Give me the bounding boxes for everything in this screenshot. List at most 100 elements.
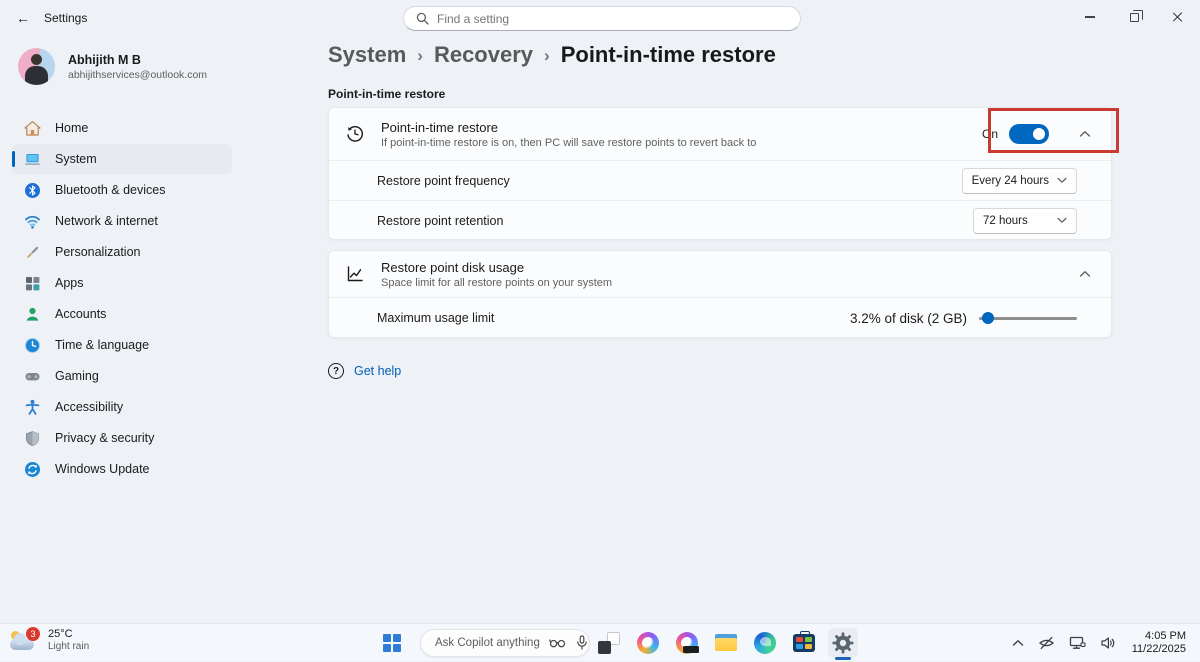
history-restore-icon xyxy=(345,124,365,144)
breadcrumb-current-page: Point-in-time restore xyxy=(561,42,776,68)
copilot-search-pill[interactable]: Ask Copilot anything xyxy=(420,629,590,657)
m365-copilot-icon xyxy=(676,632,698,654)
get-help-label: Get help xyxy=(354,364,401,378)
sidebar-item-label: Windows Update xyxy=(55,462,150,476)
file-explorer-icon xyxy=(715,634,737,652)
sidebar-item-apps[interactable]: Apps xyxy=(12,268,232,298)
sidebar-item-accessibility[interactable]: Accessibility xyxy=(12,392,232,422)
help-question-icon: ? xyxy=(328,363,344,379)
close-button[interactable] xyxy=(1156,0,1200,34)
search-box[interactable] xyxy=(403,6,801,31)
minimize-button[interactable] xyxy=(1068,0,1112,34)
minimize-icon xyxy=(1085,16,1095,17)
avatar xyxy=(18,48,55,85)
accessibility-icon xyxy=(24,399,41,416)
frequency-dropdown[interactable]: Every 24 hours xyxy=(962,168,1077,194)
accounts-icon xyxy=(24,306,41,323)
retention-dropdown[interactable]: 72 hours xyxy=(973,208,1077,234)
back-arrow-icon: ← xyxy=(16,10,30,26)
search-input[interactable] xyxy=(437,12,788,26)
max-usage-value: 3.2% of disk (2 GB) xyxy=(850,311,967,326)
taskbar-app-icons xyxy=(594,628,858,658)
sidebar-item-personalization[interactable]: Personalization xyxy=(12,237,232,267)
restore-settings-card: Point-in-time restore If point-in-time r… xyxy=(328,107,1112,240)
sidebar-item-network[interactable]: Network & internet xyxy=(12,206,232,236)
sidebar-nav: Home System Bluetooth & devices Network … xyxy=(12,113,232,484)
disk-usage-expander-header[interactable]: Restore point disk usage Space limit for… xyxy=(329,251,1111,297)
sidebar-item-label: System xyxy=(55,152,97,166)
weather-condition: Light rain xyxy=(48,641,89,652)
frequency-value: Every 24 hours xyxy=(972,175,1049,187)
breadcrumb-system[interactable]: System xyxy=(328,42,406,68)
personalization-icon xyxy=(24,244,41,261)
speaker-icon xyxy=(1100,635,1117,651)
close-icon xyxy=(1172,11,1184,23)
start-button[interactable] xyxy=(383,634,401,652)
file-explorer-button[interactable] xyxy=(711,628,741,658)
retention-row: Restore point retention 72 hours xyxy=(329,200,1111,240)
sidebar-item-gaming[interactable]: Gaming xyxy=(12,361,232,391)
restore-toggle[interactable] xyxy=(1009,124,1049,144)
disk-usage-card: Restore point disk usage Space limit for… xyxy=(328,250,1112,338)
weather-widget[interactable]: 3 25°C Light rain xyxy=(10,627,89,653)
ethernet-network-icon xyxy=(1069,635,1086,651)
sidebar-item-accounts[interactable]: Accounts xyxy=(12,299,232,329)
settings-gear-icon xyxy=(831,631,855,655)
chevron-down-icon xyxy=(1057,217,1067,224)
briefcase-apps-icon xyxy=(793,634,815,652)
chart-line-icon xyxy=(345,264,365,284)
get-help-link[interactable]: ? Get help xyxy=(328,363,401,379)
chevron-up-icon[interactable] xyxy=(1079,270,1091,278)
retention-value: 72 hours xyxy=(983,215,1028,227)
sidebar-item-privacy[interactable]: Privacy & security xyxy=(12,423,232,453)
sidebar-item-system[interactable]: System xyxy=(12,144,232,174)
user-profile[interactable]: Abhijith M B abhijithservices@outlook.co… xyxy=(18,48,207,85)
slider-thumb[interactable] xyxy=(982,312,994,324)
back-button[interactable]: ← xyxy=(10,7,36,29)
sidebar-item-label: Home xyxy=(55,121,88,135)
sidebar-item-label: Time & language xyxy=(55,338,149,352)
restore-button[interactable] xyxy=(1112,0,1156,34)
restore-expander-header[interactable]: Point-in-time restore If point-in-time r… xyxy=(329,108,1111,160)
microphone-icon[interactable] xyxy=(576,635,588,651)
user-name: Abhijith M B xyxy=(68,53,207,67)
edge-browser-button[interactable] xyxy=(750,628,780,658)
home-icon xyxy=(24,120,41,137)
clock[interactable]: 4:05 PM 11/22/2025 xyxy=(1124,630,1200,656)
briefcase-apps-button[interactable] xyxy=(789,628,819,658)
tray-date: 11/22/2025 xyxy=(1132,643,1186,656)
sidebar-item-time-language[interactable]: Time & language xyxy=(12,330,232,360)
sidebar-item-label: Privacy & security xyxy=(55,431,154,445)
titlebar: ← Settings xyxy=(0,0,1200,36)
chevron-down-icon xyxy=(1057,177,1067,184)
tray-chevron-up-button[interactable] xyxy=(1005,628,1031,658)
network-tray-button[interactable] xyxy=(1062,628,1093,658)
sidebar-item-bluetooth[interactable]: Bluetooth & devices xyxy=(12,175,232,205)
copilot-icon xyxy=(637,632,659,654)
sidebar-item-label: Accounts xyxy=(55,307,106,321)
max-usage-slider[interactable] xyxy=(979,311,1077,325)
breadcrumb-recovery[interactable]: Recovery xyxy=(434,42,533,68)
window-controls xyxy=(1068,0,1200,34)
sidebar-item-label: Network & internet xyxy=(55,214,158,228)
sidebar-item-label: Bluetooth & devices xyxy=(55,183,166,197)
copilot-app-button[interactable] xyxy=(633,628,663,658)
privacy-shield-icon xyxy=(24,430,41,447)
sidebar-item-windows-update[interactable]: Windows Update xyxy=(12,454,232,484)
settings-app-button[interactable] xyxy=(828,628,858,658)
volume-tray-button[interactable] xyxy=(1093,628,1124,658)
max-usage-label: Maximum usage limit xyxy=(377,311,850,325)
chevron-right-icon: › xyxy=(417,44,423,66)
weather-temp: 25°C xyxy=(48,628,89,640)
eye-slash-icon xyxy=(1038,635,1055,651)
chevron-up-icon[interactable] xyxy=(1079,130,1091,138)
time-language-icon xyxy=(24,337,41,354)
breadcrumb: System › Recovery › Point-in-time restor… xyxy=(328,42,776,68)
m365-copilot-button[interactable] xyxy=(672,628,702,658)
task-view-button[interactable] xyxy=(594,628,624,658)
onedrive-paused-button[interactable] xyxy=(1031,628,1062,658)
sidebar-item-home[interactable]: Home xyxy=(12,113,232,143)
notification-badge: 3 xyxy=(26,627,40,641)
max-usage-row: Maximum usage limit 3.2% of disk (2 GB) xyxy=(329,297,1111,338)
network-icon xyxy=(24,213,41,230)
